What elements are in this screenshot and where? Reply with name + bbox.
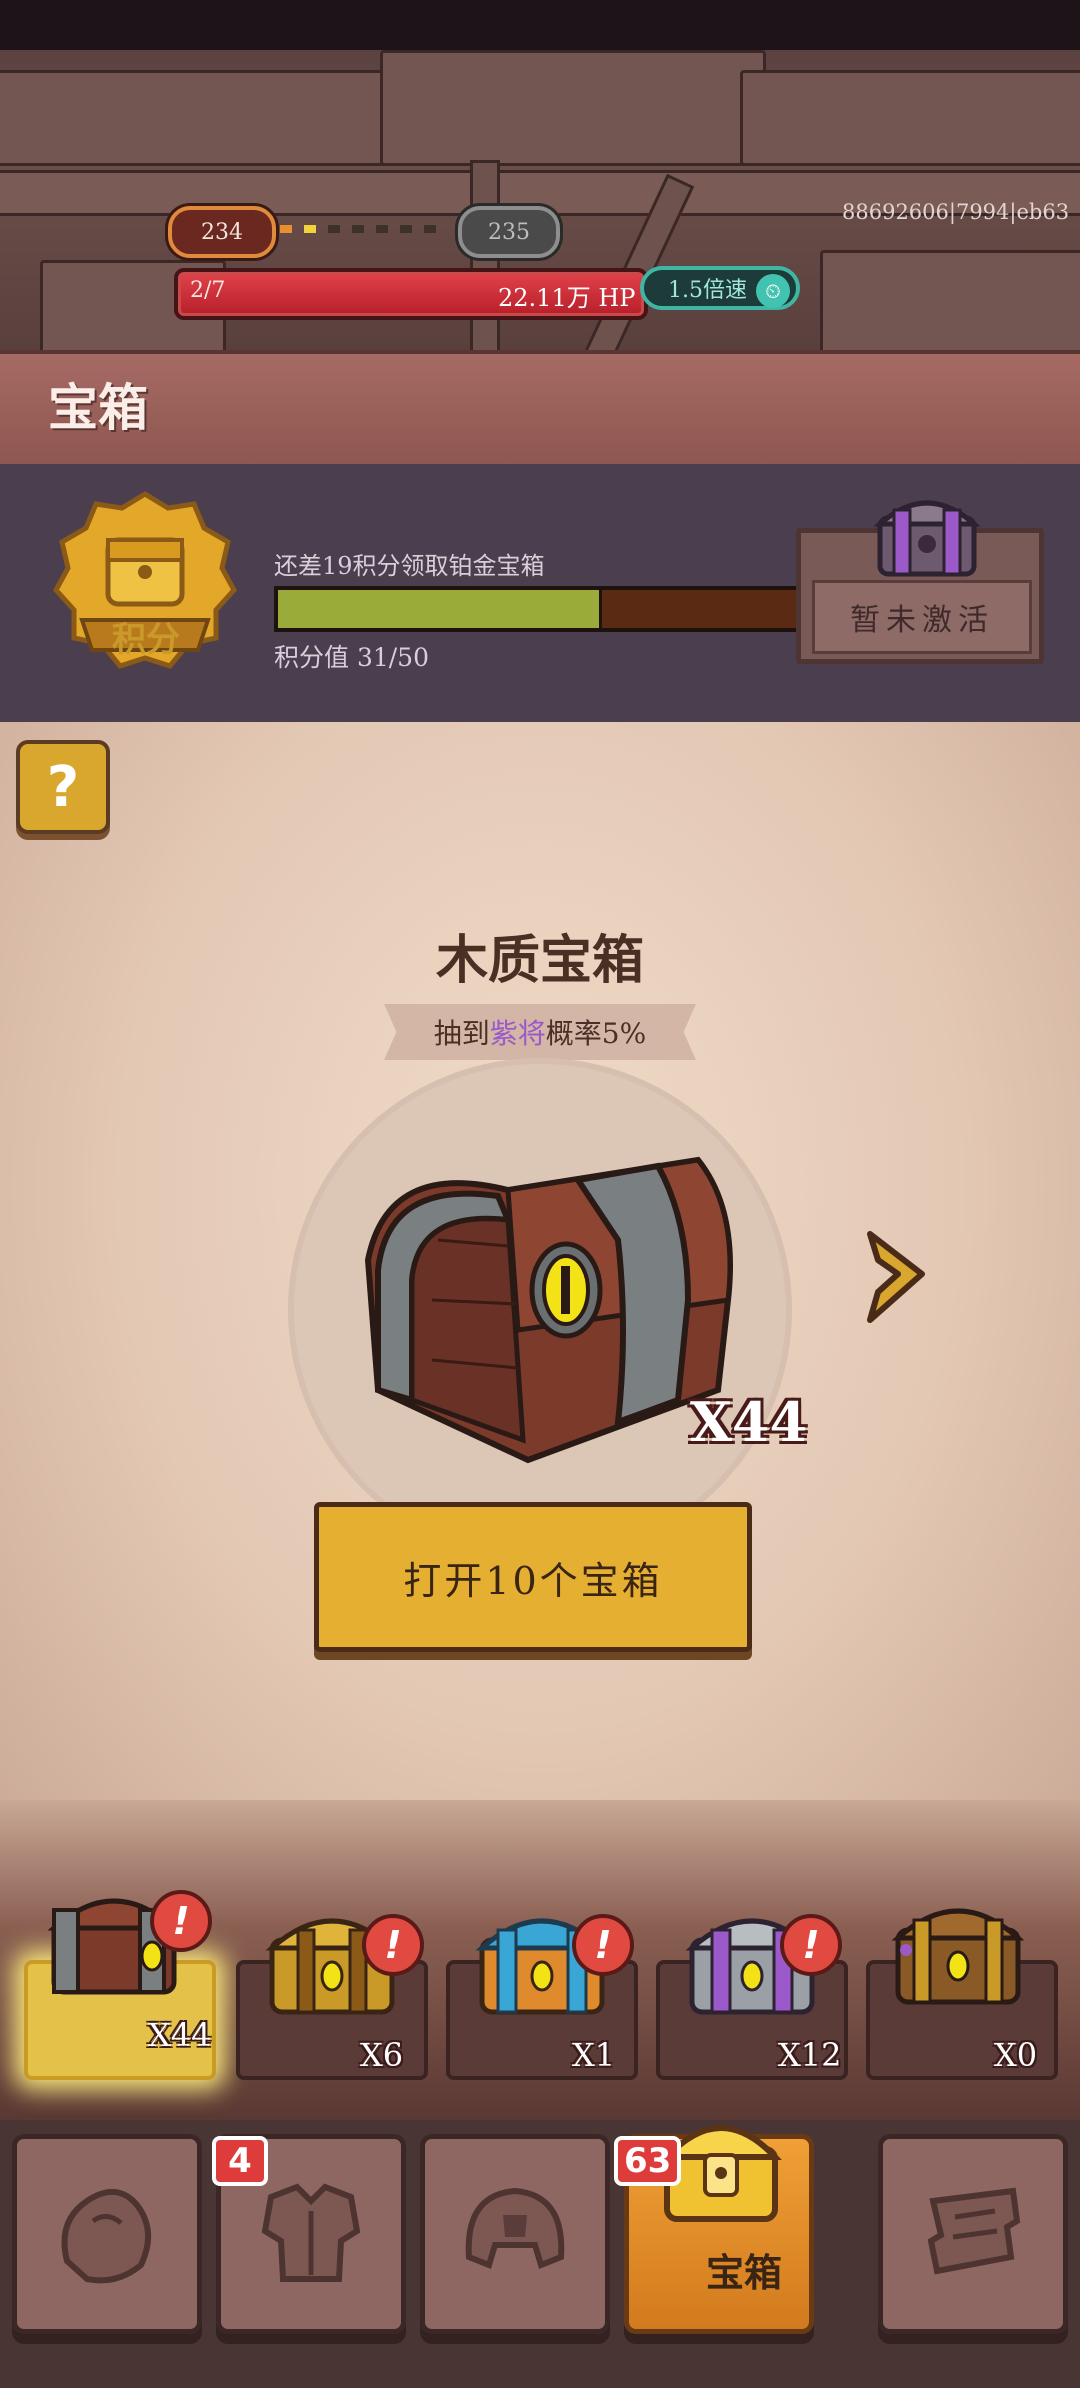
points-hint: 还差19积分领取铂金宝箱 <box>274 552 545 580</box>
chest-slot-qty: X0 <box>994 2036 1038 2074</box>
chest-alert-badge: ! <box>780 1914 842 1976</box>
chest-count: X44 <box>690 1390 808 1454</box>
tab-armor-badge: 4 <box>212 2136 268 2186</box>
page-title: 宝箱 <box>48 379 148 437</box>
platinum-chest-icon <box>873 500 981 577</box>
open-chests-button[interactable]: 打开10个宝箱 <box>314 1502 752 1652</box>
rate-highlight: 紫将 <box>489 1017 546 1050</box>
level-progress-dot <box>280 225 292 233</box>
speed-toggle-button[interactable]: 1.5倍速 ⏲ <box>640 266 800 310</box>
level-progress-dot <box>352 225 364 233</box>
tab-scroll[interactable] <box>878 2134 1068 2334</box>
gloves-icon <box>61 2189 152 2284</box>
points-score: 积分值 31/50 <box>274 643 429 672</box>
helmet-icon <box>465 2187 565 2270</box>
status-bar <box>0 0 1080 50</box>
points-medal-label: 积分 <box>112 620 180 660</box>
chest-slot-qty: X1 <box>572 2036 616 2074</box>
platinum-chest-icon <box>891 1908 1025 2005</box>
next-chest-arrow-icon[interactable] <box>860 1220 940 1330</box>
tab-gloves[interactable] <box>12 2134 202 2334</box>
stage-counter: 2/7 <box>190 278 226 303</box>
title-bar <box>0 350 1080 469</box>
level-progress-dot <box>304 225 316 233</box>
chest-name: 木质宝箱 <box>435 931 644 991</box>
level-progress-dot <box>400 225 412 233</box>
rate-suffix: 概率5% <box>545 1017 647 1050</box>
rate-prefix: 抽到 <box>433 1017 490 1050</box>
level-progress-dot <box>424 225 436 233</box>
level-progress-dot <box>328 225 340 233</box>
hp-value: 22.11万 HP <box>498 284 636 312</box>
speedometer-icon: ⏲ <box>756 274 790 308</box>
build-id-text: 88692606|7994|eb63 <box>842 200 1070 224</box>
rate-banner: 抽到 紫将 概率5% <box>384 1004 696 1060</box>
chest-slot-qty: X12 <box>778 2036 842 2074</box>
tab-chests-badge: 63 <box>614 2136 682 2186</box>
wooden-chest-icon[interactable] <box>348 1100 748 1480</box>
reward-status-label: 暂未激活 <box>812 580 1032 654</box>
points-progress-fill <box>278 590 603 628</box>
tab-helmet[interactable] <box>420 2134 610 2334</box>
level-progress-dot <box>376 225 388 233</box>
chest-alert-badge: ! <box>572 1914 634 1976</box>
current-level-badge: 234 <box>168 206 276 258</box>
chest-slot-qty: X6 <box>360 2036 404 2074</box>
chest-slot-qty: X44 <box>148 2016 212 2054</box>
chest-alert-badge: ! <box>362 1914 424 1976</box>
scroll-icon <box>927 2187 1021 2275</box>
chest-alert-badge: ! <box>150 1890 212 1952</box>
next-level-badge: 235 <box>458 206 560 258</box>
speed-label: 1.5倍速 <box>668 278 747 303</box>
points-progress-bar <box>274 586 800 632</box>
help-button[interactable]: ? <box>16 740 110 834</box>
tab-chests-label: 宝箱 <box>705 2251 782 2295</box>
